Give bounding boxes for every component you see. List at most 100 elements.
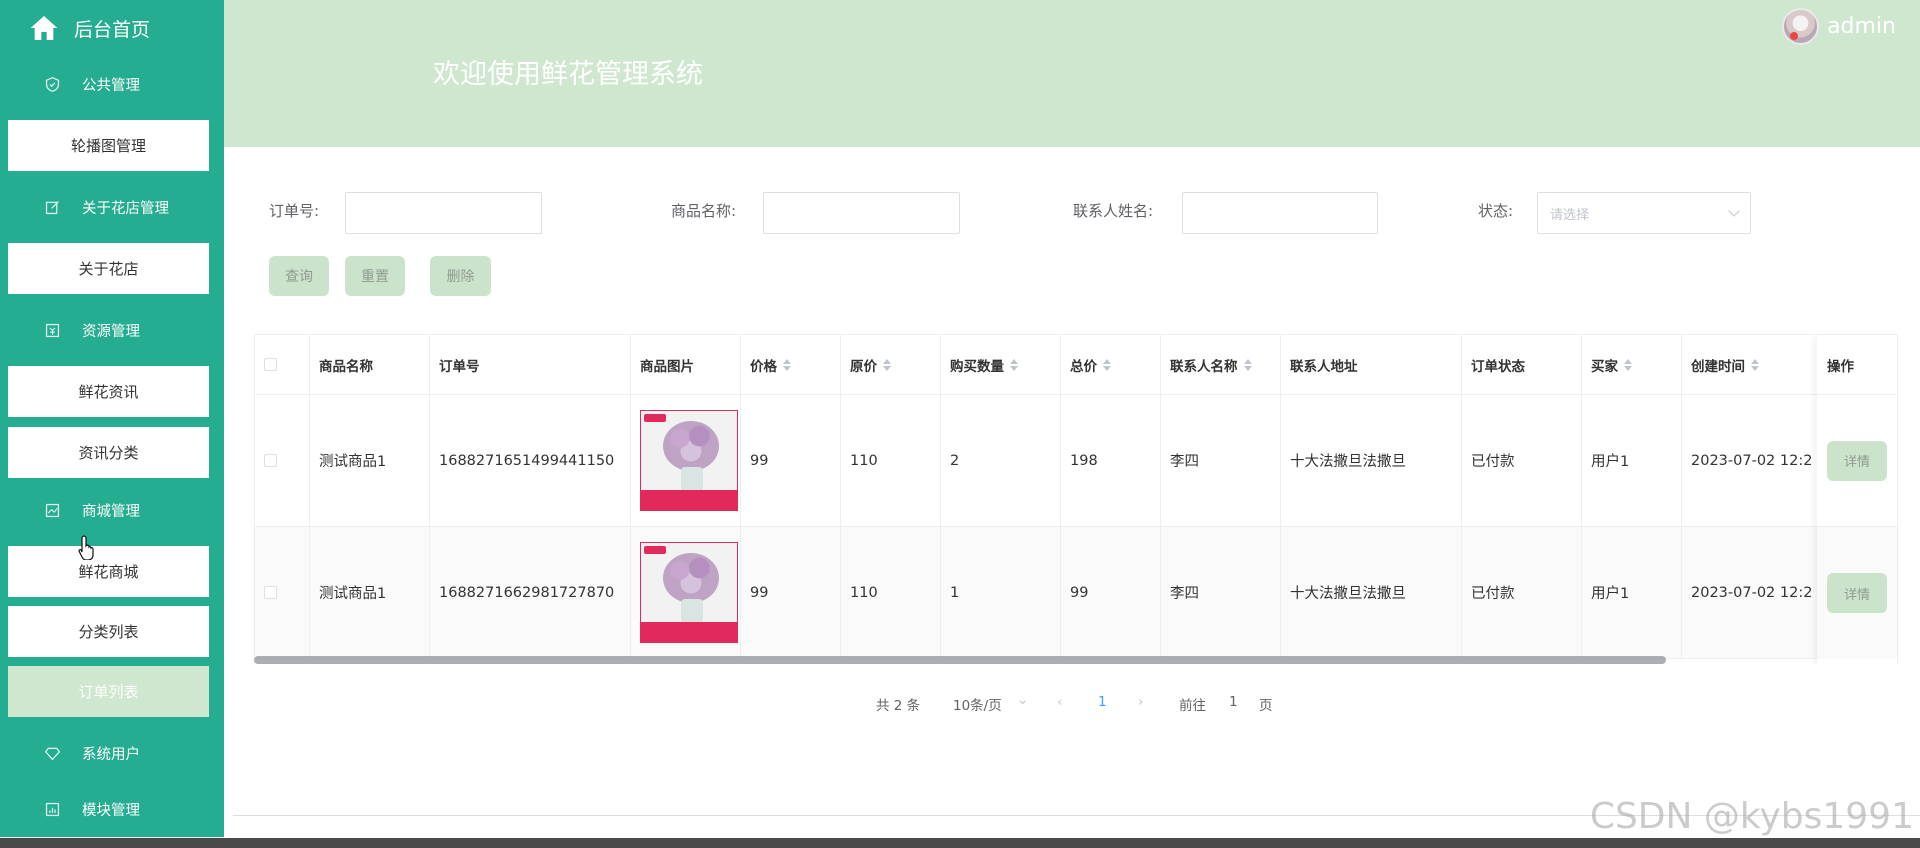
column-header-sortable[interactable]: 购买数量 [941, 335, 1061, 394]
shield-icon [42, 74, 62, 94]
row-checkbox[interactable] [264, 454, 277, 467]
sidebar-group-mall[interactable]: 商城管理 [0, 482, 224, 538]
sidebar-group-modules[interactable]: 模块管理 [0, 781, 224, 837]
reset-button[interactable]: 重置 [345, 256, 405, 296]
sidebar-group-public[interactable]: 公共管理 [0, 56, 224, 112]
cell-original-price: 110 [841, 395, 941, 526]
edit-icon [42, 197, 62, 217]
product-thumbnail[interactable] [640, 410, 738, 511]
sort-icon[interactable] [1751, 358, 1759, 371]
sidebar: 后台首页 公共管理 轮播图管理 关于花店管理 关于花店 资源管理 鲜花资讯 资讯… [0, 0, 224, 848]
sidebar-item-order-list[interactable]: 订单列表 [8, 666, 209, 717]
cell-status: 已付款 [1462, 527, 1582, 658]
column-header: 商品名称 [310, 335, 430, 394]
column-header: 联系人地址 [1281, 335, 1462, 394]
cell-contact-name: 李四 [1161, 527, 1281, 658]
column-header-sortable[interactable]: 原价 [841, 335, 941, 394]
cell-status: 已付款 [1462, 395, 1582, 526]
select-all-checkbox[interactable] [264, 358, 277, 371]
cell-goods-name: 测试商品1 [310, 395, 430, 526]
detail-button[interactable]: 详情 [1827, 573, 1887, 613]
order-no-input[interactable] [345, 192, 542, 234]
hand-cursor-icon [78, 535, 94, 560]
column-header-sortable[interactable]: 联系人名称 [1161, 335, 1281, 394]
page-number-current[interactable]: 1 [1098, 694, 1107, 710]
avatar[interactable] [1782, 8, 1820, 45]
status-select[interactable]: 请选择 [1537, 192, 1751, 234]
cell-created: 2023-07-02 12:2 [1682, 527, 1822, 658]
column-header-label: 价格 [750, 358, 777, 375]
column-header-label: 联系人名称 [1170, 358, 1238, 375]
sort-icon[interactable] [783, 358, 791, 371]
row-checkbox[interactable] [264, 586, 277, 599]
sidebar-item-news[interactable]: 鲜花资讯 [8, 366, 209, 417]
sidebar-group-label: 资源管理 [82, 323, 140, 340]
sidebar-item-flower-mall[interactable]: 鲜花商城 [8, 546, 209, 597]
detail-button[interactable]: 详情 [1827, 440, 1887, 481]
sort-icon[interactable] [1243, 358, 1252, 371]
pagination-total: 共 2 条 [876, 698, 921, 714]
query-button[interactable]: 查询 [269, 256, 329, 296]
next-page-icon[interactable]: › [1138, 694, 1143, 710]
sidebar-group-about[interactable]: 关于花店管理 [0, 179, 224, 235]
username: admin [1827, 14, 1896, 39]
cell-goods-name: 测试商品1 [310, 527, 430, 658]
sort-icon[interactable] [1624, 358, 1632, 371]
goto-label: 前往 [1179, 698, 1206, 714]
cell-total: 99 [1061, 527, 1161, 658]
goto-page-input[interactable]: 1 [1229, 694, 1238, 710]
sidebar-item-about[interactable]: 关于花店 [8, 243, 209, 294]
sort-icon[interactable] [1103, 358, 1111, 371]
delete-button[interactable]: 删除 [430, 256, 491, 296]
contact-name-label: 联系人姓名: [1073, 202, 1154, 220]
user-menu[interactable]: admin [1782, 8, 1896, 45]
sidebar-group-label: 商城管理 [82, 503, 140, 520]
sort-icon[interactable] [883, 358, 891, 371]
cell-goods-image [631, 395, 741, 526]
sidebar-item-category-list[interactable]: 分类列表 [8, 606, 209, 657]
sort-icon[interactable] [1010, 358, 1018, 371]
cell-address: 十大法撒旦法撒旦 [1281, 527, 1462, 658]
cell-buyer: 用户1 [1582, 527, 1682, 658]
watermark: CSDN @kybs1991 [1589, 796, 1914, 837]
header-bar: 欢迎使用鲜花管理系统 admin [224, 0, 1920, 147]
column-header-sortable[interactable]: 总价 [1061, 335, 1161, 394]
product-thumbnail[interactable] [640, 542, 738, 643]
column-header-label: 购买数量 [950, 358, 1004, 375]
column-header-sortable[interactable]: 买家 [1582, 335, 1682, 394]
sidebar-item-news-category[interactable]: 资讯分类 [8, 427, 209, 478]
column-header: 订单状态 [1462, 335, 1582, 394]
sidebar-item-banner[interactable]: 轮播图管理 [8, 120, 209, 171]
cell-order-no: 1688271651499441150 [430, 395, 631, 526]
chevron-down-icon[interactable]: ⌄ [1017, 692, 1028, 708]
column-header-sortable[interactable]: 创建时间 [1682, 335, 1822, 394]
column-header-sortable[interactable]: 价格 [741, 335, 841, 394]
sidebar-submenu: 轮播图管理 [0, 112, 224, 179]
goods-name-input[interactable] [763, 192, 960, 234]
bar-chart-icon [42, 799, 62, 819]
column-header-operation: 操作 [1817, 335, 1897, 395]
table-horizontal-scrollbar[interactable] [254, 656, 1666, 664]
sidebar-group-system-users[interactable]: 系统用户 [0, 725, 224, 781]
chevron-down-icon [1728, 205, 1740, 217]
column-header-label: 创建时间 [1691, 358, 1745, 375]
operation-cell: 详情 [1817, 527, 1897, 659]
page-size-select[interactable]: 10条/页 [953, 694, 1002, 714]
column-header-label: 买家 [1591, 358, 1618, 375]
operation-column: 操作 详情 详情 [1817, 335, 1897, 664]
table-row: 测试商品1 1688271651499441150 99 110 2 198 李… [255, 395, 1897, 527]
sidebar-submenu: 鲜花资讯 资讯分类 [0, 358, 224, 482]
cell-total: 198 [1061, 395, 1161, 526]
prev-page-icon[interactable]: ‹ [1057, 694, 1062, 710]
goods-name-label: 商品名称: [671, 202, 737, 220]
sidebar-group-resources[interactable]: 资源管理 [0, 302, 224, 358]
column-header: 商品图片 [631, 335, 741, 394]
sidebar-home[interactable]: 后台首页 [0, 0, 224, 56]
status-label: 状态: [1478, 202, 1514, 220]
sidebar-submenu: 鲜花商城 分类列表 订单列表 [0, 538, 224, 725]
contact-name-input[interactable] [1182, 192, 1378, 234]
diamond-icon [42, 743, 62, 763]
cell-address: 十大法撒旦法撒旦 [1281, 395, 1462, 526]
column-header-label: 原价 [850, 358, 877, 375]
bottom-bar [0, 838, 1920, 848]
